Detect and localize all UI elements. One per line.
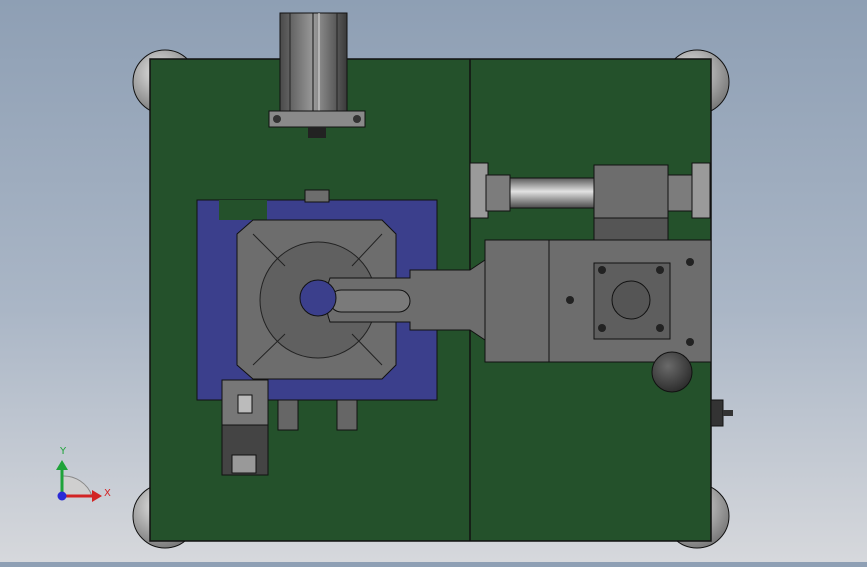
y-axis-label: Y [59, 446, 67, 457]
assembly-drawing: Y X [56, 12, 733, 549]
slide-block [484, 239, 712, 363]
cad-viewport[interactable]: Y X [0, 0, 867, 562]
coordinate-triad: Y X [56, 446, 111, 502]
z-axis-origin [57, 491, 67, 501]
adjust-knob[interactable] [651, 351, 693, 393]
x-axis-label: X [104, 488, 111, 499]
side-bolt [710, 399, 733, 427]
